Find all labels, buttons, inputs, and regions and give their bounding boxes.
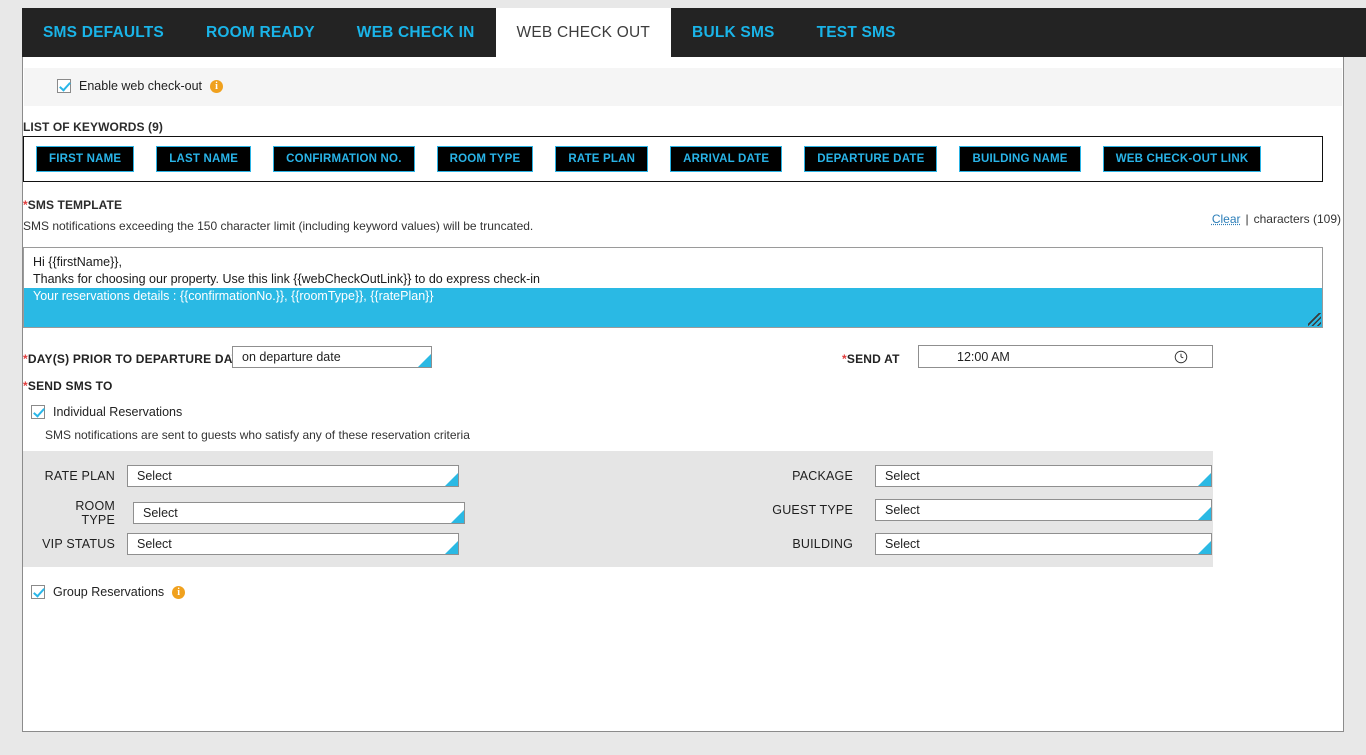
clock-icon[interactable]: [1174, 350, 1188, 364]
building-select[interactable]: Select: [875, 533, 1212, 555]
tab-test-sms[interactable]: TEST SMS: [796, 8, 917, 57]
tab-label: WEB CHECK IN: [356, 23, 475, 41]
tab-label: TEST SMS: [816, 23, 896, 41]
criteria-building-row: BUILDING Select: [713, 533, 1212, 555]
individual-reservations-row[interactable]: Individual Reservations: [31, 405, 182, 419]
tab-label: SMS DEFAULTS: [43, 23, 164, 41]
vip-status-value: Select: [137, 537, 172, 551]
template-selected-line: Your reservations details : {{confirmati…: [33, 289, 434, 303]
group-reservations-row[interactable]: Group Reservations i: [31, 585, 186, 599]
rate-plan-value: Select: [137, 469, 172, 483]
tab-sms-defaults[interactable]: SMS DEFAULTS: [22, 8, 185, 57]
guest-type-value: Select: [885, 503, 920, 517]
tab-web-check-in[interactable]: WEB CHECK IN: [336, 8, 496, 57]
enable-web-check-out-checkbox[interactable]: [57, 79, 71, 93]
tab-bar: SMS DEFAULTS ROOM READY WEB CHECK IN WEB…: [22, 8, 1366, 57]
keyword-chip[interactable]: DEPARTURE DATE: [804, 146, 938, 172]
days-prior-label: DAY(S) PRIOR TO DEPARTURE DATE: [27, 352, 248, 366]
criteria-label: VIP STATUS: [42, 537, 115, 551]
send-at-value: 12:00 AM: [957, 349, 1010, 364]
room-type-value: Select: [143, 506, 178, 520]
criteria-rate-plan-row: RATE PLAN Select: [39, 465, 459, 487]
criteria-room-type-row: ROOM TYPE Select: [39, 499, 465, 527]
sms-template-hint: SMS notifications exceeding the 150 char…: [23, 219, 534, 233]
building-value: Select: [885, 537, 920, 551]
tab-label: WEB CHECK OUT: [516, 23, 651, 41]
tab-label: BULK SMS: [692, 23, 775, 41]
rate-plan-select[interactable]: Select: [127, 465, 459, 487]
individual-reservations-label: Individual Reservations: [53, 405, 183, 419]
keyword-chip[interactable]: CONFIRMATION NO.: [273, 146, 415, 172]
info-icon[interactable]: i: [210, 79, 223, 93]
package-select[interactable]: Select: [875, 465, 1212, 487]
web-check-out-panel: Enable web check-out i LIST OF KEYWORDS …: [22, 57, 1344, 732]
tab-bulk-sms[interactable]: BULK SMS: [671, 8, 796, 57]
clear-button[interactable]: Clear: [1212, 212, 1241, 226]
individual-reservations-description: SMS notifications are sent to guests who…: [45, 428, 470, 442]
reservation-criteria-panel: RATE PLAN Select ROOM TYPE Select VIP ST…: [23, 451, 1213, 567]
criteria-label: GUEST TYPE: [772, 503, 853, 517]
tab-room-ready[interactable]: ROOM READY: [185, 8, 336, 57]
sms-template-textarea[interactable]: Hi {{firstName}}, Thanks for choosing ou…: [23, 247, 1323, 328]
template-line: Thanks for choosing our property. Use th…: [33, 272, 540, 286]
keyword-chip[interactable]: LAST NAME: [156, 146, 252, 172]
group-reservations-checkbox[interactable]: [31, 585, 45, 599]
meta-separator: |: [1245, 212, 1249, 226]
keyword-chip[interactable]: ARRIVAL DATE: [670, 146, 783, 172]
textarea-resize-handle[interactable]: [1308, 313, 1321, 326]
guest-type-select[interactable]: Select: [875, 499, 1212, 521]
send-at-input[interactable]: 12:00 AM: [918, 345, 1213, 368]
send-at-label: SEND AT: [846, 352, 900, 366]
keyword-chip[interactable]: RATE PLAN: [555, 146, 649, 172]
days-prior-select[interactable]: on departure date: [232, 346, 432, 368]
enable-web-check-out-label: Enable web check-out: [79, 79, 202, 93]
group-reservations-label: Group Reservations: [53, 585, 165, 599]
criteria-vip-status-row: VIP STATUS Select: [39, 533, 459, 555]
sms-template-label-row: *SMS TEMPLATE: [23, 198, 122, 212]
criteria-label: PACKAGE: [792, 469, 853, 483]
keywords-heading: LIST OF KEYWORDS (9): [23, 120, 163, 134]
keywords-container: FIRST NAME LAST NAME CONFIRMATION NO. RO…: [23, 136, 1323, 182]
send-sms-to-label: SEND SMS TO: [27, 379, 113, 393]
template-line: Hi {{firstName}},: [33, 255, 122, 269]
keyword-chip[interactable]: FIRST NAME: [36, 146, 135, 172]
tab-label: ROOM READY: [205, 23, 315, 41]
send-sms-to-label-row: *SEND SMS TO: [23, 379, 113, 393]
room-type-select[interactable]: Select: [133, 502, 465, 524]
criteria-label: BUILDING: [792, 537, 853, 551]
sms-template-label: SMS TEMPLATE: [27, 198, 123, 212]
send-at-label-row: *SEND AT: [842, 352, 900, 366]
keyword-chip[interactable]: WEB CHECK-OUT LINK: [1102, 146, 1262, 172]
criteria-label: RATE PLAN: [44, 469, 115, 483]
days-prior-label-row: *DAY(S) PRIOR TO DEPARTURE DATE: [23, 352, 247, 366]
keyword-chip[interactable]: ROOM TYPE: [436, 146, 534, 172]
vip-status-select[interactable]: Select: [127, 533, 459, 555]
app-page: SMS DEFAULTS ROOM READY WEB CHECK IN WEB…: [0, 0, 1366, 755]
character-count: characters (109): [1253, 212, 1341, 226]
days-prior-value: on departure date: [242, 350, 341, 364]
criteria-guest-type-row: GUEST TYPE Select: [713, 499, 1212, 521]
info-icon[interactable]: i: [172, 585, 186, 599]
criteria-package-row: PACKAGE Select: [713, 465, 1212, 487]
criteria-label: ROOM TYPE: [75, 499, 115, 527]
sms-template-meta: Clear | characters (109): [1212, 212, 1341, 226]
keyword-chip[interactable]: BUILDING NAME: [959, 146, 1081, 172]
enable-web-check-out-bar: Enable web check-out i: [24, 68, 1342, 106]
template-selection-highlight: Your reservations details : {{confirmati…: [24, 288, 1322, 327]
individual-reservations-checkbox[interactable]: [31, 405, 45, 419]
package-value: Select: [885, 469, 920, 483]
enable-web-check-out-row[interactable]: Enable web check-out i: [57, 79, 223, 93]
tab-web-check-out[interactable]: WEB CHECK OUT: [495, 8, 672, 57]
